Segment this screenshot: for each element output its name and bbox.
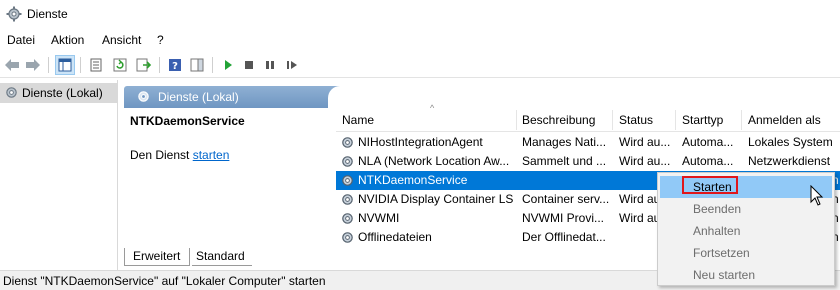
column-header-starttype[interactable]: Starttyp: [682, 113, 723, 127]
toolbar: ?: [0, 52, 840, 78]
table-row[interactable]: NLA (Network Location Aw... Sammelt und …: [336, 152, 840, 171]
cell-name: NTKDaemonService: [358, 173, 468, 187]
play-icon[interactable]: [218, 55, 238, 75]
title-bar: Dienste: [0, 0, 840, 28]
toolbar-separator: [48, 57, 49, 73]
cell-name: NVWMI: [358, 211, 400, 225]
mouse-cursor-icon: [810, 185, 824, 206]
refresh-icon[interactable]: [110, 55, 130, 75]
console-tree: Dienste (Lokal): [0, 80, 118, 270]
panel-header-curve: [328, 86, 840, 108]
service-gear-icon: [342, 213, 353, 224]
help-icon[interactable]: ?: [165, 55, 185, 75]
tab-erweitert[interactable]: Erweitert: [124, 248, 190, 266]
cell-starttype: Automa...: [682, 154, 734, 168]
console-tree-icon[interactable]: [55, 55, 75, 75]
cell-description: Manages Nati...: [522, 135, 607, 149]
window-title: Dienste: [27, 7, 68, 21]
menu-help[interactable]: ?: [157, 33, 164, 47]
service-gear-icon: [342, 175, 353, 186]
cell-description: Der Offlinedat...: [522, 230, 606, 244]
cell-name: NIHostIntegrationAgent: [358, 135, 483, 149]
detail-action-text: Den Dienst starten: [130, 148, 229, 162]
column-header-logon[interactable]: Anmelden als: [748, 113, 821, 127]
detail-service-name: NTKDaemonService: [130, 114, 245, 128]
menu-item-beenden[interactable]: Beenden: [660, 198, 832, 220]
menu-aktion[interactable]: Aktion: [51, 33, 84, 47]
table-row[interactable]: NIHostIntegrationAgent Manages Nati... W…: [336, 133, 840, 152]
status-text: Dienst "NTKDaemonService" auf "Lokaler C…: [3, 274, 326, 288]
column-header-description[interactable]: Beschreibung: [522, 113, 595, 127]
menu-ansicht[interactable]: Ansicht: [102, 33, 141, 47]
toolbar-separator: [159, 57, 160, 73]
cell-logon: Lokales System: [748, 135, 833, 149]
column-header-name[interactable]: Name: [342, 113, 374, 127]
menu-item-anhalten[interactable]: Anhalten: [660, 220, 832, 242]
show-pane-icon[interactable]: [187, 55, 207, 75]
services-gear-icon: [6, 6, 22, 22]
cell-name: NLA (Network Location Aw...: [358, 154, 510, 168]
menu-item-neu-starten[interactable]: Neu starten: [660, 264, 832, 286]
menu-item-fortsetzen[interactable]: Fortsetzen: [660, 242, 832, 264]
properties-icon[interactable]: [86, 55, 106, 75]
cell-description: NVWMI Provi...: [522, 211, 605, 225]
tree-node-label: Dienste (Lokal): [22, 86, 103, 100]
cell-logon: Netzwerkdienst: [748, 154, 831, 168]
column-header-status[interactable]: Status: [619, 113, 653, 127]
cell-description: Container serv...: [522, 192, 610, 206]
restart-icon[interactable]: [282, 55, 302, 75]
back-arrow-icon[interactable]: [2, 55, 22, 75]
cell-status: Wird au...: [619, 135, 671, 149]
column-divider[interactable]: [741, 110, 742, 130]
toolbar-separator: [80, 57, 81, 73]
panel-header: Dienste (Lokal): [124, 86, 840, 108]
services-gear-icon: [6, 87, 17, 98]
cell-name: NVIDIA Display Container LS: [358, 192, 514, 206]
cell-description: Sammelt und ...: [522, 154, 607, 168]
cell-status: Wird au...: [619, 154, 671, 168]
cell-name: Offlinedateien: [358, 230, 432, 244]
toolbar-separator: [212, 57, 213, 73]
column-divider[interactable]: [612, 110, 613, 130]
svg-text:?: ?: [172, 61, 178, 72]
tree-node-services-local[interactable]: Dienste (Lokal): [0, 83, 118, 103]
stop-icon[interactable]: [239, 55, 259, 75]
pause-icon[interactable]: [260, 55, 280, 75]
forward-arrow-icon[interactable]: [23, 55, 43, 75]
service-gear-icon: [342, 194, 353, 205]
service-gear-icon: [342, 156, 353, 167]
service-gear-icon: [342, 137, 353, 148]
context-menu: Starten Beenden Anhalten Fortsetzen Neu …: [657, 172, 835, 286]
service-gear-icon: [342, 232, 353, 243]
cell-starttype: Automa...: [682, 135, 734, 149]
sort-caret-icon: ^: [430, 103, 435, 113]
column-divider[interactable]: [675, 110, 676, 130]
menu-datei[interactable]: Datei: [7, 33, 35, 47]
tab-standard[interactable]: Standard: [192, 248, 252, 266]
panel-header-label: Dienste (Lokal): [158, 90, 239, 104]
menu-bar: Datei Aktion Ansicht ?: [0, 30, 840, 50]
column-divider[interactable]: [516, 110, 517, 130]
highlight-box: [682, 176, 738, 194]
export-list-icon[interactable]: [134, 55, 154, 75]
column-header-row: Name ^ Beschreibung Status Starttyp Anme…: [336, 103, 840, 132]
services-gear-icon: [138, 91, 149, 102]
start-service-link[interactable]: starten: [193, 148, 230, 162]
detail-prefix: Den Dienst: [130, 148, 193, 162]
